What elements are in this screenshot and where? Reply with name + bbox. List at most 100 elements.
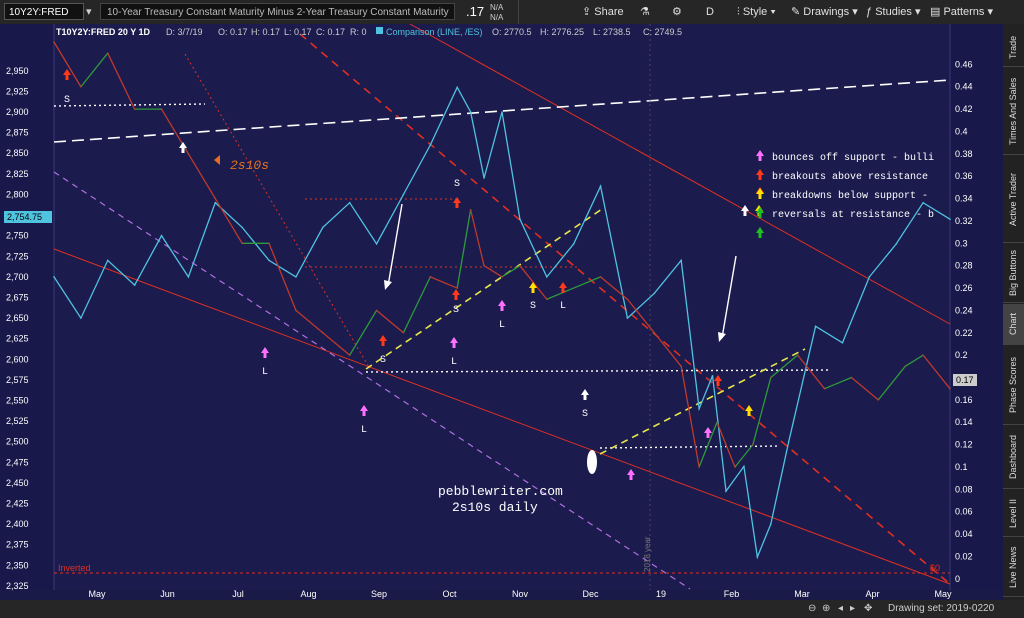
zoom-out-icon[interactable]: ⊖	[808, 600, 816, 618]
es-data-point	[519, 218, 521, 220]
gear-icon[interactable]: ⚙	[672, 0, 682, 24]
right-tick-label: 0.4	[955, 126, 968, 136]
tab-times-and-sales[interactable]: Times And Sales	[1003, 68, 1024, 155]
zoom-in-icon[interactable]: ⊕	[822, 600, 830, 618]
legend-text: breakdowns below support -	[772, 190, 928, 202]
chart-svg[interactable]: 2,9502,9252,9002,8752,8502,8252,8002,775…	[0, 24, 1003, 600]
symbol-input[interactable]: 10Y2Y:FRED	[4, 3, 84, 20]
symbol-description: 10-Year Treasury Constant Maturity Minus…	[100, 3, 455, 20]
spread-data-point	[716, 421, 718, 424]
es-data-point	[501, 111, 503, 113]
es-data-point	[756, 556, 759, 558]
x-tick-label: Apr	[865, 589, 879, 599]
share-button[interactable]: ⇪ Share	[582, 0, 624, 24]
zero-label: $0	[930, 563, 940, 573]
drawings-button[interactable]: ✎ Drawings ▾	[791, 0, 858, 24]
es-data-point	[599, 185, 602, 188]
studies-button[interactable]: ƒ Studies ▾	[866, 0, 920, 24]
es-data-point	[546, 276, 548, 278]
tab-phase-scores[interactable]: Phase Scores	[1003, 346, 1024, 425]
left-tick-label: 2,675	[6, 292, 29, 302]
spread-data-point	[823, 387, 826, 390]
es-data-point	[106, 259, 109, 262]
es-data-point	[469, 111, 472, 113]
scroll-right-icon[interactable]: ▸	[850, 600, 855, 618]
x-axis-ticks: May Jun Jul Aug Sep Oct Nov Dec 19 Feb Mar Apr May	[88, 589, 952, 599]
right-tick-label: 0.08	[955, 484, 973, 494]
right-tick-label: 0.12	[955, 440, 973, 450]
legend-text: breakouts above resistance	[772, 171, 928, 183]
signal-arrow-label: L	[361, 425, 367, 436]
x-tick-label: Aug	[300, 589, 316, 599]
left-tick-label: 2,575	[6, 375, 29, 385]
spread-data-point	[546, 298, 548, 301]
spread-data-point	[572, 287, 575, 289]
symbol-dropdown-icon[interactable]: ▾	[86, 0, 92, 24]
es-data-point	[841, 341, 844, 344]
tab-dashboard[interactable]: Dashboard	[1003, 426, 1024, 489]
right-tick-label: 0.04	[955, 529, 973, 539]
style-button[interactable]: ⫶ Style ▾	[737, 0, 776, 24]
spread-data-point	[653, 331, 656, 334]
spread-data-point	[53, 41, 55, 43]
es-data-point	[626, 317, 629, 319]
right-tick-label: 0.2	[955, 350, 968, 360]
spread-data-point	[949, 387, 951, 390]
x-tick-label: Dec	[582, 589, 599, 599]
spread-data-point	[519, 264, 521, 267]
signal-arrow-label: S	[530, 301, 536, 312]
right-tick-label: 0.16	[955, 395, 973, 405]
spread-data-point	[626, 298, 629, 301]
tab-active-trader[interactable]: Active Trader	[1003, 156, 1024, 243]
x-tick-label: Oct	[442, 589, 457, 599]
right-tick-label: 0.02	[955, 551, 973, 561]
chart-high: H: 0.17	[251, 27, 280, 37]
left-tick-label: 2,875	[6, 128, 29, 138]
x-tick-label: Mar	[794, 589, 810, 599]
left-tick-label: 2,350	[6, 560, 29, 570]
spread-data-point	[599, 276, 602, 278]
chart-area[interactable]: 2,9502,9252,9002,8752,8502,8252,8002,775…	[0, 24, 1003, 600]
spread-data-point	[375, 309, 378, 312]
spread-data-point	[402, 331, 405, 334]
watermark-site: pebblewriter.com	[438, 484, 563, 499]
right-tick-label: 0.42	[955, 104, 973, 114]
x-tick-label: Nov	[512, 589, 529, 599]
es-data-point	[895, 243, 898, 245]
left-tick-label: 2,700	[6, 272, 29, 282]
pan-icon[interactable]: ✥	[864, 600, 872, 618]
spread-data-point	[160, 108, 163, 110]
tab-level-ii[interactable]: Level II	[1003, 490, 1024, 537]
right-tick-label: 0.26	[955, 283, 973, 293]
spread-data-point	[698, 466, 700, 468]
left-tick-label: 2,525	[6, 416, 29, 426]
tab-big-buttons[interactable]: Big Buttons	[1003, 244, 1024, 303]
tab-trade[interactable]: Trade	[1003, 28, 1024, 67]
year-label: 2018 year	[643, 536, 652, 572]
left-tick-label: 2,625	[6, 334, 29, 344]
drawing-set-label[interactable]: Drawing set: 2019-0220	[888, 600, 994, 618]
es-data-point	[680, 259, 682, 262]
spread-data-point	[734, 466, 736, 468]
period-button[interactable]: D	[706, 0, 714, 24]
left-tick-label: 2,725	[6, 251, 29, 261]
tab-chart[interactable]: Chart	[1003, 304, 1024, 345]
left-tick-label: 2,900	[6, 107, 29, 117]
share-icon: ⇪	[582, 6, 595, 18]
right-tick-label: 0.24	[955, 305, 973, 315]
spread-data-point	[187, 153, 190, 155]
es-data-point	[80, 317, 82, 319]
es-data-point	[241, 226, 243, 229]
spread-data-point	[295, 309, 297, 312]
patterns-icon: ▤	[930, 6, 944, 18]
comparison-open: O: 2770.5	[492, 27, 532, 37]
spread-data-point	[322, 331, 324, 334]
scroll-left-icon[interactable]: ◂	[838, 600, 843, 618]
spread-data-point	[680, 365, 682, 368]
patterns-button[interactable]: ▤ Patterns ▾	[930, 0, 993, 24]
left-tick-label: 2,500	[6, 437, 29, 447]
signal-arrow-label: L	[560, 301, 566, 312]
es-data-point	[711, 374, 714, 377]
tab-live-news[interactable]: Live News	[1003, 538, 1024, 597]
flask-icon[interactable]: ⚗	[640, 0, 650, 24]
